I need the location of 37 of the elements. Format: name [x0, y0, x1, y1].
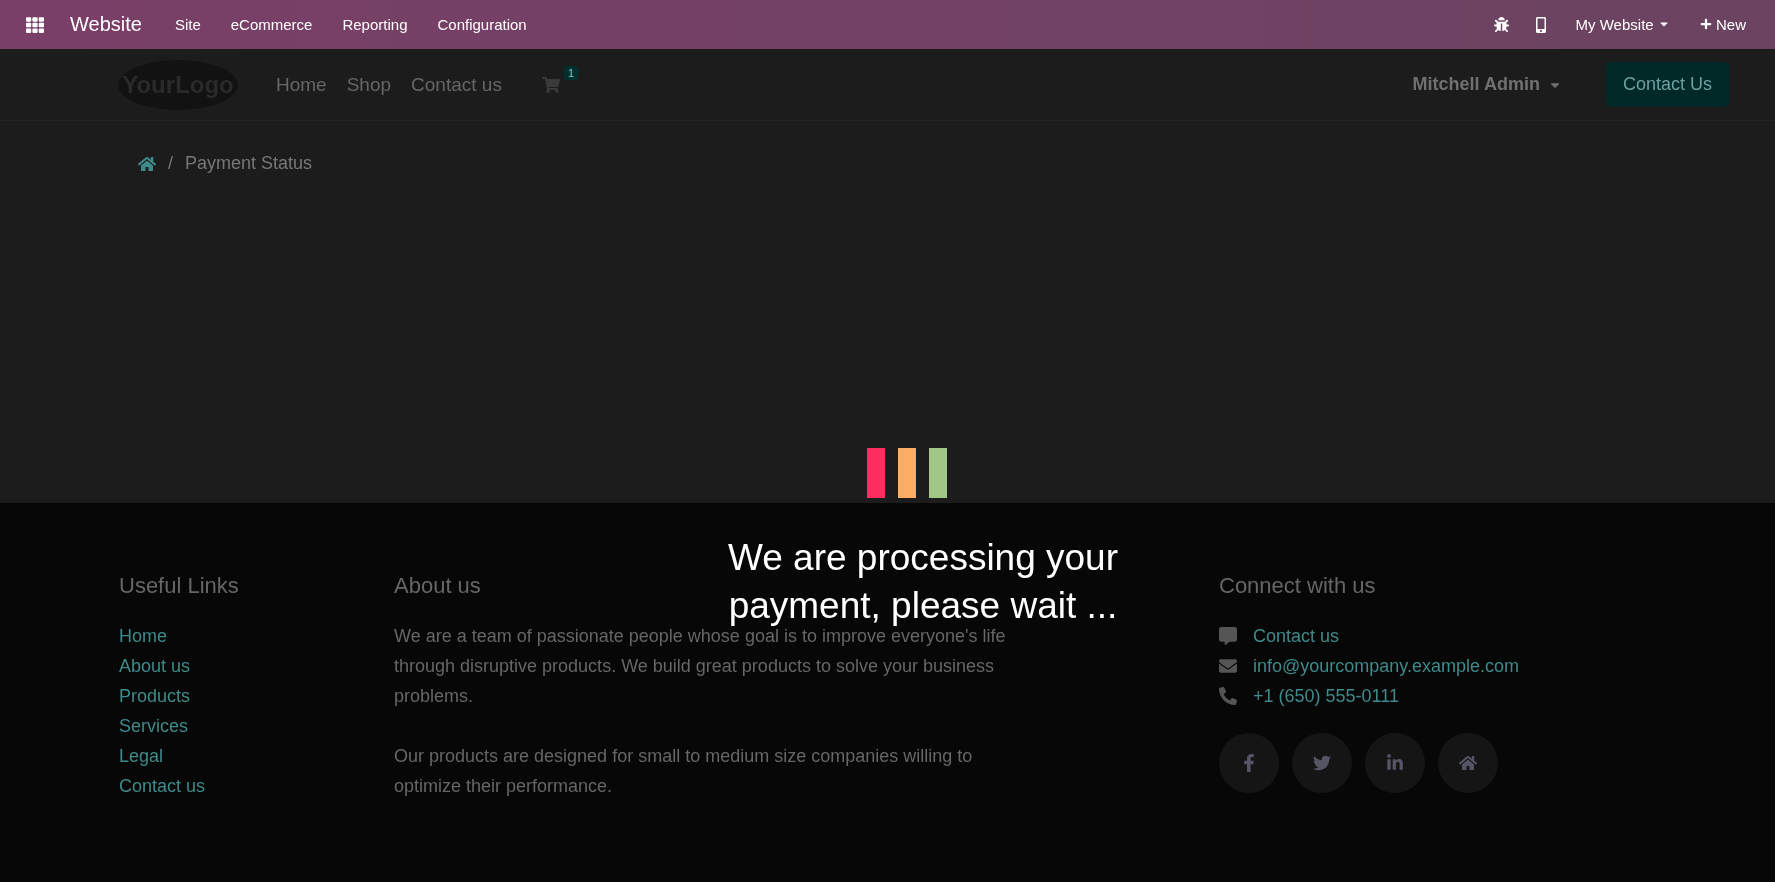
footer-link[interactable]: Products — [119, 681, 191, 711]
breadcrumb-separator: / — [168, 153, 173, 174]
footer-link[interactable]: Contact us — [119, 771, 206, 801]
menu-item[interactable]: Reporting — [327, 16, 423, 33]
contact-us-button[interactable]: Contact Us — [1605, 62, 1729, 107]
home-icon[interactable] — [138, 154, 156, 173]
envelope-icon — [1219, 657, 1239, 675]
footer-heading: About us — [394, 573, 481, 599]
footer-heading: Useful Links — [119, 573, 239, 599]
nav-link[interactable]: Contact us — [411, 73, 502, 96]
menu-item[interactable]: eCommerce — [215, 16, 328, 33]
contact-link[interactable]: Contact us — [1253, 621, 1340, 651]
cart-count: 1 — [563, 65, 578, 80]
about-paragraph: We are a team of passionate people whose goal is to improve everyone's life through disruptive products. We build great products to solve your business problems. — [394, 626, 1007, 708]
processing-message: We are processing your payment, please wait ... — [726, 536, 1120, 628]
footer-link[interactable]: About us — [119, 651, 191, 681]
apps-icon[interactable] — [26, 15, 44, 34]
website-switcher[interactable]: My Website — [1560, 16, 1685, 33]
menu-item[interactable]: Configuration — [422, 16, 542, 33]
footer-heading: Connect with us — [1219, 573, 1376, 599]
footer-link[interactable]: Legal — [119, 741, 164, 771]
plus-icon — [1699, 18, 1712, 30]
about-paragraph: Our products are designed for small to medium size companies willing to optimize their performance. — [394, 745, 974, 798]
footer-link[interactable]: Services — [119, 711, 189, 741]
menu-item[interactable]: Site — [159, 16, 216, 33]
user-menu[interactable]: Mitchell Admin — [1406, 73, 1568, 96]
footer-link[interactable]: Home — [119, 621, 167, 651]
app-title: Website — [70, 13, 142, 36]
bug-icon[interactable] — [1493, 17, 1509, 32]
phone-icon — [1219, 687, 1239, 705]
contact-link[interactable]: +1 (650) 555-0111 — [1253, 681, 1399, 711]
nav-link[interactable]: Home — [276, 73, 327, 96]
new-button[interactable]: New — [1684, 16, 1761, 33]
nav-link[interactable]: Shop — [346, 73, 392, 96]
chat-icon — [1219, 627, 1239, 645]
contact-link[interactable]: info@yourcompany.example.com — [1253, 651, 1520, 681]
breadcrumb-current: Payment Status — [185, 153, 313, 174]
